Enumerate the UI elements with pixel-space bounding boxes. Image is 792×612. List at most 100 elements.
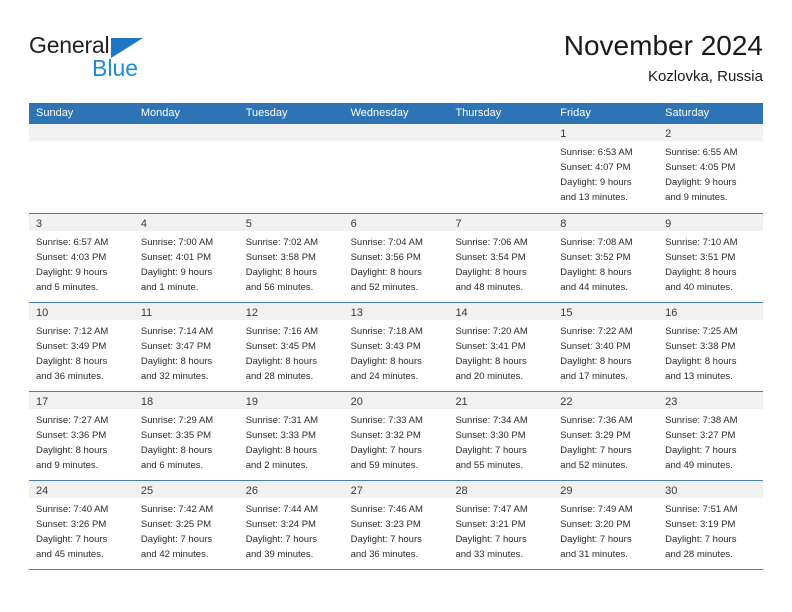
day-number-band: 3 [29, 214, 134, 231]
day-number-band: 13 [343, 303, 449, 320]
day-number-band [29, 124, 134, 141]
day-number: 27 [350, 485, 363, 497]
day-number: 7 [455, 218, 462, 230]
daylight-text-line2: and 32 minutes. [140, 371, 209, 382]
sunrise-text: Sunrise: 7:16 AM [245, 326, 319, 337]
general-blue-logo[interactable]: General Blue [29, 34, 209, 90]
day-number: 3 [36, 218, 43, 230]
day-cell[interactable]: 3 Sunrise: 6:57 AM Sunset: 4:03 PM Daylight… [29, 214, 134, 302]
day-cell[interactable]: 22 Sunrise: 7:36 AM Sunset: 3:29 PM Dayligh… [553, 392, 659, 480]
day-cell-empty [448, 124, 554, 213]
sunset-text: Sunset: 3:38 PM [665, 341, 736, 352]
day-number-band: 15 [553, 303, 659, 320]
daylight-text-line1: Daylight: 8 hours [245, 356, 318, 367]
daylight-text-line2: and 55 minutes. [455, 460, 524, 471]
day-sun-info: Sunrise: 7:02 AM Sunset: 3:58 PM Daylight:… [239, 231, 344, 295]
sunrise-text: Sunrise: 7:25 AM [665, 326, 738, 337]
day-sun-info: Sunrise: 6:57 AM Sunset: 4:03 PM Daylight:… [29, 231, 134, 295]
daylight-text-line1: Daylight: 9 hours [665, 177, 737, 188]
day-cell[interactable]: 26 Sunrise: 7:44 AM Sunset: 3:24 PM Dayligh… [238, 481, 344, 569]
day-sun-info: Sunrise: 7:36 AM Sunset: 3:29 PM Daylight:… [553, 409, 658, 473]
day-cell[interactable]: 25 Sunrise: 7:42 AM Sunset: 3:25 PM Dayligh… [133, 481, 239, 569]
day-cell[interactable]: 1 Sunrise: 6:53 AM Sunset: 4:07 PM Daylight… [553, 124, 659, 213]
sunrise-text: Sunrise: 7:27 AM [36, 415, 109, 426]
sunrise-text: Sunrise: 6:53 AM [560, 147, 633, 158]
day-cell[interactable]: 15 Sunrise: 7:22 AM Sunset: 3:40 PM Dayligh… [553, 303, 659, 391]
day-number: 21 [455, 396, 468, 408]
day-cell[interactable]: 2 Sunrise: 6:55 AM Sunset: 4:05 PM Daylight… [658, 124, 764, 213]
page-subtitle: Kozlovka, Russia [647, 68, 763, 86]
day-number: 15 [560, 307, 573, 319]
day-cell-empty [133, 124, 239, 213]
daylight-text-line1: Daylight: 7 hours [245, 534, 318, 545]
weekday-header-wednesday: Wednesday [350, 107, 409, 119]
day-cell[interactable]: 4 Sunrise: 7:00 AM Sunset: 4:01 PM Daylight… [133, 214, 239, 302]
calendar-week-row: 10 Sunrise: 7:12 AM Sunset: 3:49 PM Dayligh… [29, 302, 764, 391]
day-sun-info: Sunrise: 7:34 AM Sunset: 3:30 PM Daylight:… [448, 409, 553, 473]
day-sun-info: Sunrise: 7:06 AM Sunset: 3:54 PM Daylight:… [448, 231, 553, 295]
sunset-text: Sunset: 3:24 PM [245, 519, 316, 530]
daylight-text-line2: and 44 minutes. [560, 282, 628, 293]
daylight-text-line1: Daylight: 8 hours [560, 267, 632, 278]
day-cell[interactable]: 28 Sunrise: 7:47 AM Sunset: 3:21 PM Dayligh… [448, 481, 554, 569]
day-cell[interactable]: 6 Sunrise: 7:04 AM Sunset: 3:56 PM Daylight… [343, 214, 449, 302]
day-number: 22 [560, 396, 573, 408]
day-cell[interactable]: 20 Sunrise: 7:33 AM Sunset: 3:32 PM Dayligh… [343, 392, 449, 480]
day-cell[interactable]: 30 Sunrise: 7:51 AM Sunset: 3:19 PM Dayligh… [658, 481, 764, 569]
day-number: 10 [36, 307, 49, 319]
sunrise-text: Sunrise: 7:10 AM [665, 237, 738, 248]
day-sun-info: Sunrise: 7:18 AM Sunset: 3:43 PM Daylight:… [344, 320, 449, 384]
sunset-text: Sunset: 3:40 PM [560, 341, 631, 352]
weekday-header-sunday: Sunday [36, 107, 74, 119]
day-sun-info: Sunrise: 7:51 AM Sunset: 3:19 PM Daylight:… [658, 498, 763, 562]
day-cell[interactable]: 14 Sunrise: 7:20 AM Sunset: 3:41 PM Dayligh… [448, 303, 554, 391]
day-sun-info: Sunrise: 7:47 AM Sunset: 3:21 PM Daylight:… [448, 498, 553, 562]
day-sun-info: Sunrise: 7:33 AM Sunset: 3:32 PM Daylight:… [344, 409, 449, 473]
day-cell[interactable]: 12 Sunrise: 7:16 AM Sunset: 3:45 PM Dayligh… [238, 303, 344, 391]
day-cell[interactable]: 9 Sunrise: 7:10 AM Sunset: 3:51 PM Daylight… [658, 214, 764, 302]
daylight-text-line1: Daylight: 8 hours [245, 267, 318, 278]
calendar-week-row: 17 Sunrise: 7:27 AM Sunset: 3:36 PM Dayligh… [29, 391, 764, 480]
day-cell[interactable]: 21 Sunrise: 7:34 AM Sunset: 3:30 PM Dayligh… [448, 392, 554, 480]
day-number-band: 22 [553, 392, 659, 409]
day-sun-info: Sunrise: 7:16 AM Sunset: 3:45 PM Daylight:… [239, 320, 344, 384]
day-number-band: 30 [658, 481, 764, 498]
day-number-band: 8 [553, 214, 659, 231]
day-cell[interactable]: 27 Sunrise: 7:46 AM Sunset: 3:23 PM Dayligh… [343, 481, 449, 569]
day-cell[interactable]: 13 Sunrise: 7:18 AM Sunset: 3:43 PM Dayligh… [343, 303, 449, 391]
day-cell[interactable]: 5 Sunrise: 7:02 AM Sunset: 3:58 PM Daylight… [238, 214, 344, 302]
day-cell[interactable]: 29 Sunrise: 7:49 AM Sunset: 3:20 PM Dayligh… [553, 481, 659, 569]
sunset-text: Sunset: 4:05 PM [665, 162, 736, 173]
daylight-text-line1: Daylight: 7 hours [455, 534, 527, 545]
day-number: 9 [665, 218, 672, 230]
day-cell[interactable]: 7 Sunrise: 7:06 AM Sunset: 3:54 PM Daylight… [448, 214, 554, 302]
calendar-weeks: 1 Sunrise: 6:53 AM Sunset: 4:07 PM Daylight… [29, 124, 764, 569]
daylight-text-line2: and 39 minutes. [245, 549, 314, 560]
day-sun-info: Sunrise: 7:20 AM Sunset: 3:41 PM Daylight:… [448, 320, 553, 384]
day-number: 4 [140, 218, 147, 230]
day-cell[interactable]: 10 Sunrise: 7:12 AM Sunset: 3:49 PM Dayligh… [29, 303, 134, 391]
day-cell[interactable]: 24 Sunrise: 7:40 AM Sunset: 3:26 PM Dayligh… [29, 481, 134, 569]
day-cell[interactable]: 17 Sunrise: 7:27 AM Sunset: 3:36 PM Dayligh… [29, 392, 134, 480]
weekday-header-row: Sunday Monday Tuesday Wednesday Thursday Frid… [29, 103, 763, 124]
day-number-band: 25 [133, 481, 239, 498]
day-cell[interactable]: 8 Sunrise: 7:08 AM Sunset: 3:52 PM Daylight… [553, 214, 659, 302]
day-cell[interactable]: 11 Sunrise: 7:14 AM Sunset: 3:47 PM Dayligh… [133, 303, 239, 391]
day-cell[interactable]: 18 Sunrise: 7:29 AM Sunset: 3:35 PM Dayligh… [133, 392, 239, 480]
day-number-band: 19 [238, 392, 344, 409]
day-sun-info: Sunrise: 7:10 AM Sunset: 3:51 PM Daylight:… [658, 231, 763, 295]
page-header: General Blue November 2024 Kozlovka, Rus… [29, 30, 763, 92]
sunrise-text: Sunrise: 7:42 AM [140, 504, 214, 515]
day-number: 28 [455, 485, 468, 497]
day-cell[interactable]: 19 Sunrise: 7:31 AM Sunset: 3:33 PM Dayligh… [238, 392, 344, 480]
daylight-text-line2: and 36 minutes. [350, 549, 419, 560]
sunset-text: Sunset: 4:03 PM [36, 252, 107, 263]
day-number: 8 [560, 218, 567, 230]
sunrise-text: Sunrise: 7:44 AM [245, 504, 319, 515]
day-cell[interactable]: 16 Sunrise: 7:25 AM Sunset: 3:38 PM Dayligh… [658, 303, 764, 391]
day-cell[interactable]: 23 Sunrise: 7:38 AM Sunset: 3:27 PM Dayligh… [658, 392, 764, 480]
weekday-header-thursday: Thursday [455, 107, 502, 119]
daylight-text-line1: Daylight: 7 hours [560, 534, 632, 545]
daylight-text-line1: Daylight: 7 hours [560, 445, 632, 456]
daylight-text-line2: and 45 minutes. [36, 549, 104, 560]
